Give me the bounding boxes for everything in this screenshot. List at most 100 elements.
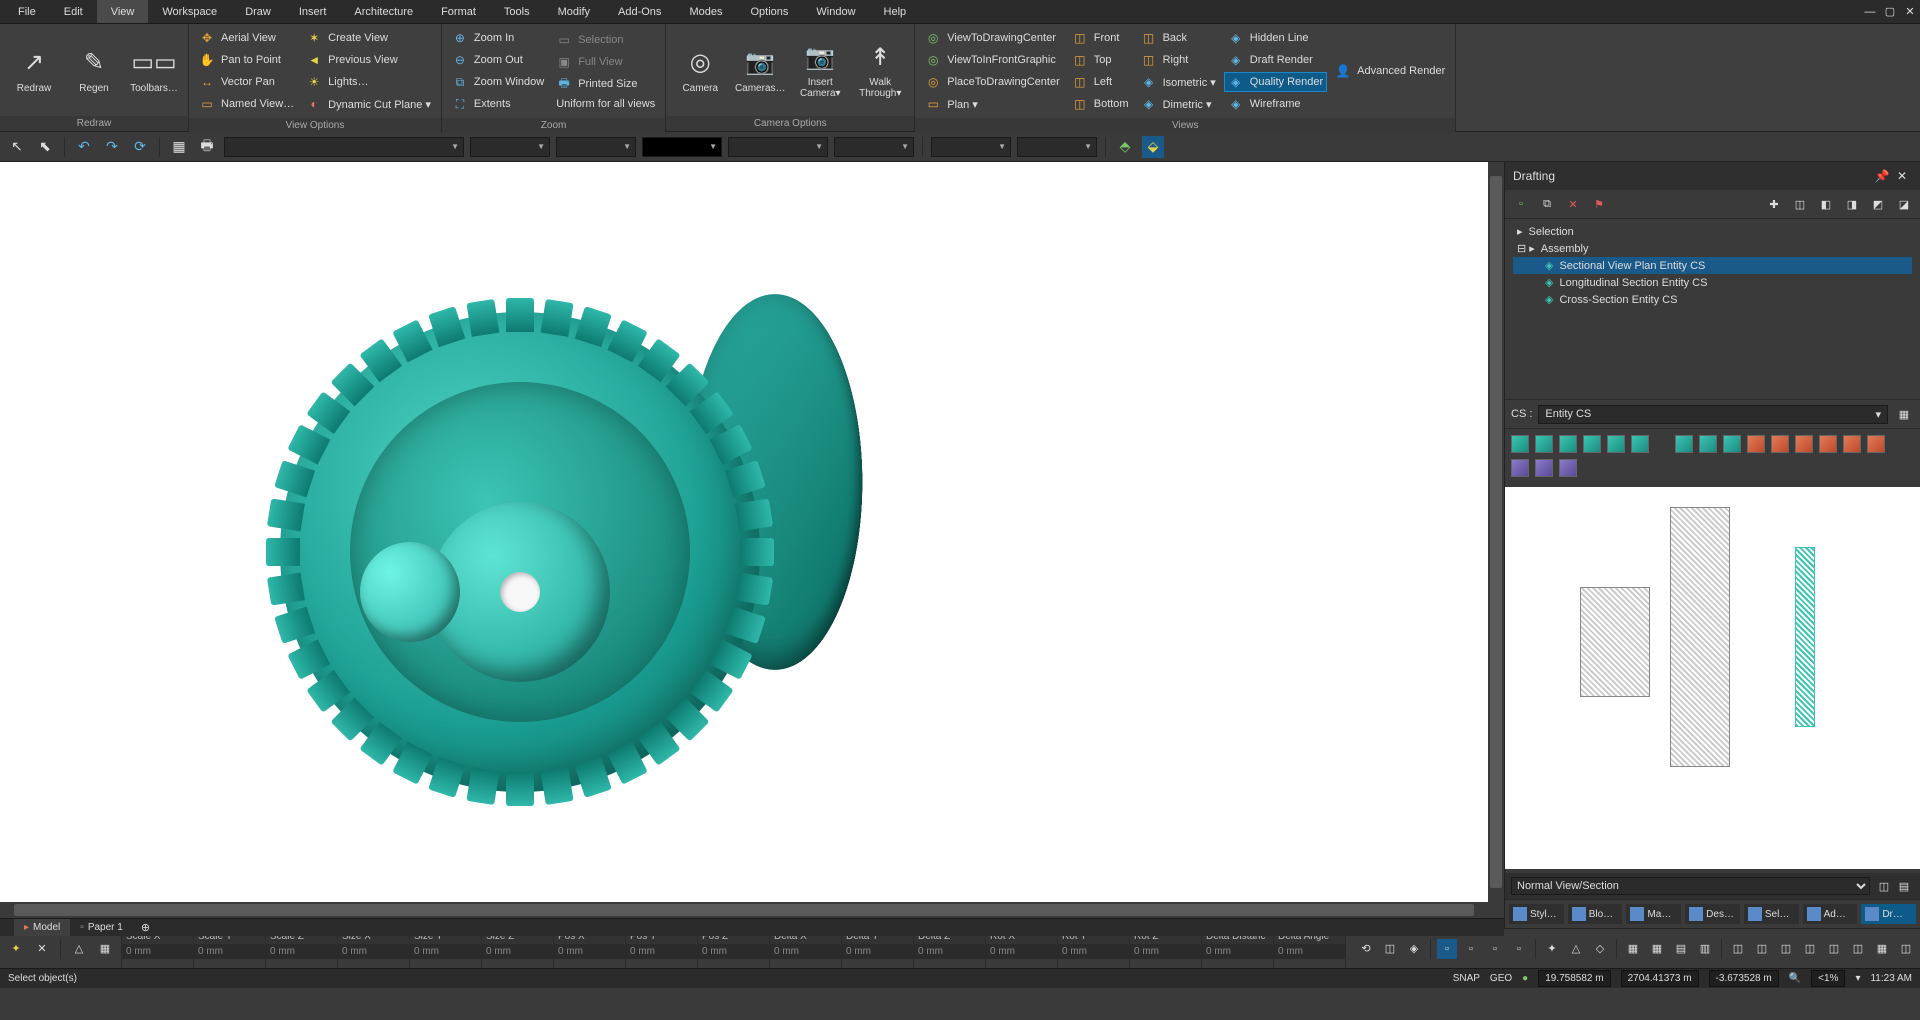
- bottom-button[interactable]: ◫Bottom: [1068, 94, 1133, 114]
- assembly-tree[interactable]: ▸Selection ⊟ ▸Assembly ◈Sectional View P…: [1505, 219, 1920, 399]
- dropdown-7[interactable]: ▼: [931, 137, 1011, 157]
- walk-through--button[interactable]: ↟Walk Through▾: [852, 28, 908, 112]
- new-sheet-icon[interactable]: ▫: [1511, 194, 1531, 214]
- status-snap[interactable]: SNAP: [1453, 973, 1480, 984]
- close-button[interactable]: ✕: [1900, 0, 1920, 23]
- toggle-b[interactable]: ⬙: [1142, 136, 1164, 158]
- snap-tool-4[interactable]: ▫: [1437, 939, 1457, 959]
- snap-tool-21[interactable]: ◫: [1800, 939, 1820, 959]
- status-overflow[interactable]: ▾: [1855, 973, 1860, 984]
- lineweight-dropdown[interactable]: ▼: [556, 137, 636, 157]
- viewtoinfrontgraphic-button[interactable]: ◎ViewToInFrontGraphic: [921, 50, 1064, 70]
- create-view-button[interactable]: ✶Create View: [302, 28, 435, 48]
- quality-render-button[interactable]: ◈Quality Render: [1224, 72, 1327, 92]
- snap-tool-2[interactable]: ◈: [1404, 939, 1424, 959]
- right-button[interactable]: ◫Right: [1137, 50, 1220, 70]
- tool-4-icon[interactable]: ◩: [1868, 194, 1888, 214]
- linetype-dropdown[interactable]: ▼: [470, 137, 550, 157]
- plan--button[interactable]: ▭Plan ▾: [921, 94, 1064, 114]
- menu-workspace[interactable]: Workspace: [148, 0, 231, 23]
- grid-icon[interactable]: ▦: [95, 939, 115, 959]
- vector-pan-button[interactable]: ↔Vector Pan: [195, 72, 298, 92]
- view-cube-4[interactable]: [1607, 435, 1625, 453]
- previous-view-button[interactable]: ◄Previous View: [302, 50, 435, 70]
- snap-tool-7[interactable]: ▫: [1509, 939, 1529, 959]
- view-cube-0[interactable]: [1511, 435, 1529, 453]
- snap-tool-24[interactable]: ▦: [1872, 939, 1892, 959]
- panel-close-icon[interactable]: ✕: [1892, 166, 1912, 186]
- add-icon[interactable]: ✚: [1764, 194, 1784, 214]
- snap-tool-14[interactable]: ▦: [1647, 939, 1667, 959]
- status-zoom[interactable]: <1%: [1811, 970, 1845, 987]
- menu-file[interactable]: File: [4, 0, 50, 23]
- print-button[interactable]: 🖶: [196, 136, 218, 158]
- snap-tool-18[interactable]: ◫: [1728, 939, 1748, 959]
- wireframe-button[interactable]: ◈Wireframe: [1224, 94, 1327, 114]
- snap-tool-22[interactable]: ◫: [1824, 939, 1844, 959]
- view-cube-18[interactable]: [1535, 459, 1553, 477]
- insert-camera--button[interactable]: 📷Insert Camera▾: [792, 28, 848, 112]
- view-mode-select[interactable]: Normal View/Section: [1511, 877, 1870, 895]
- status-geo[interactable]: GEO: [1490, 973, 1512, 984]
- view-cube-12[interactable]: [1795, 435, 1813, 453]
- horizontal-scrollbar[interactable]: [0, 902, 1488, 918]
- view-cube-11[interactable]: [1771, 435, 1789, 453]
- viewport-3d[interactable]: [0, 162, 1488, 902]
- layer-dropdown[interactable]: ▼: [224, 137, 464, 157]
- view-cube-17[interactable]: [1511, 459, 1529, 477]
- tree-assembly[interactable]: ⊟ ▸Assembly: [1513, 240, 1912, 257]
- snap-tool-1[interactable]: ◫: [1380, 939, 1400, 959]
- tool-3-icon[interactable]: ◨: [1842, 194, 1862, 214]
- left-button[interactable]: ◫Left: [1068, 72, 1133, 92]
- view-cube-2[interactable]: [1559, 435, 1577, 453]
- panel-tab-6[interactable]: Dr…: [1861, 904, 1916, 924]
- snap-tool-0[interactable]: ⟲: [1356, 939, 1376, 959]
- back-button[interactable]: ◫Back: [1137, 28, 1220, 48]
- zoom-out-button[interactable]: ⊖Zoom Out: [448, 50, 548, 70]
- regen-button[interactable]: ✎Regen: [66, 28, 122, 112]
- front-button[interactable]: ◫Front: [1068, 28, 1133, 48]
- menu-modify[interactable]: Modify: [544, 0, 604, 23]
- cs-grid-icon[interactable]: ▦: [1894, 404, 1914, 424]
- snap-tool-19[interactable]: ◫: [1752, 939, 1772, 959]
- pointer-tool[interactable]: ↖: [6, 136, 28, 158]
- redraw-button[interactable]: ↗Redraw: [6, 28, 62, 112]
- toolbars--button[interactable]: ▭▭Toolbars…: [126, 28, 182, 112]
- menu-view[interactable]: View: [97, 0, 149, 23]
- tab-model[interactable]: ▸Model: [14, 919, 70, 936]
- menu-tools[interactable]: Tools: [490, 0, 544, 23]
- viewtodrawingcenter-button[interactable]: ◎ViewToDrawingCenter: [921, 28, 1064, 48]
- full-view-button[interactable]: ▣Full View: [552, 52, 659, 72]
- uniform-for-all-views-button[interactable]: Uniform for all views: [552, 96, 659, 112]
- menu-format[interactable]: Format: [427, 0, 490, 23]
- selection-button[interactable]: ▭Selection: [552, 30, 659, 50]
- menu-help[interactable]: Help: [870, 0, 921, 23]
- panel-tab-3[interactable]: Des…: [1685, 904, 1740, 924]
- menu-insert[interactable]: Insert: [285, 0, 341, 23]
- tree-item[interactable]: ◈Longitudinal Section Entity CS: [1513, 274, 1912, 291]
- lights--button[interactable]: ☀Lights…: [302, 72, 435, 92]
- vertical-scrollbar[interactable]: [1488, 162, 1504, 902]
- draft-render-button[interactable]: ◈Draft Render: [1224, 50, 1327, 70]
- menu-architecture[interactable]: Architecture: [340, 0, 427, 23]
- snap-tool-15[interactable]: ▤: [1671, 939, 1691, 959]
- view-cube-7[interactable]: [1675, 435, 1693, 453]
- view-cube-19[interactable]: [1559, 459, 1577, 477]
- zoom-in-button[interactable]: ⊕Zoom In: [448, 28, 548, 48]
- snap-tool-13[interactable]: ▦: [1623, 939, 1643, 959]
- advanced-render-button[interactable]: 👤Advanced Render: [1331, 61, 1449, 81]
- cameras--button[interactable]: 📷Cameras…: [732, 28, 788, 112]
- camera-button[interactable]: ◎Camera: [672, 28, 728, 112]
- status-zoom-icon[interactable]: 🔍: [1789, 973, 1801, 984]
- menu-edit[interactable]: Edit: [50, 0, 97, 23]
- extents-button[interactable]: ⛶Extents: [448, 94, 548, 114]
- view-cube-3[interactable]: [1583, 435, 1601, 453]
- view-cube-8[interactable]: [1699, 435, 1717, 453]
- panel-tab-5[interactable]: Ad…: [1803, 904, 1858, 924]
- snap-tool-23[interactable]: ◫: [1848, 939, 1868, 959]
- refresh-button[interactable]: ⟳: [129, 136, 151, 158]
- toggle-a[interactable]: ⬘: [1114, 136, 1136, 158]
- tool-1-icon[interactable]: ◫: [1790, 194, 1810, 214]
- snap-tool-11[interactable]: ◇: [1590, 939, 1610, 959]
- tree-selection[interactable]: ▸Selection: [1513, 223, 1912, 240]
